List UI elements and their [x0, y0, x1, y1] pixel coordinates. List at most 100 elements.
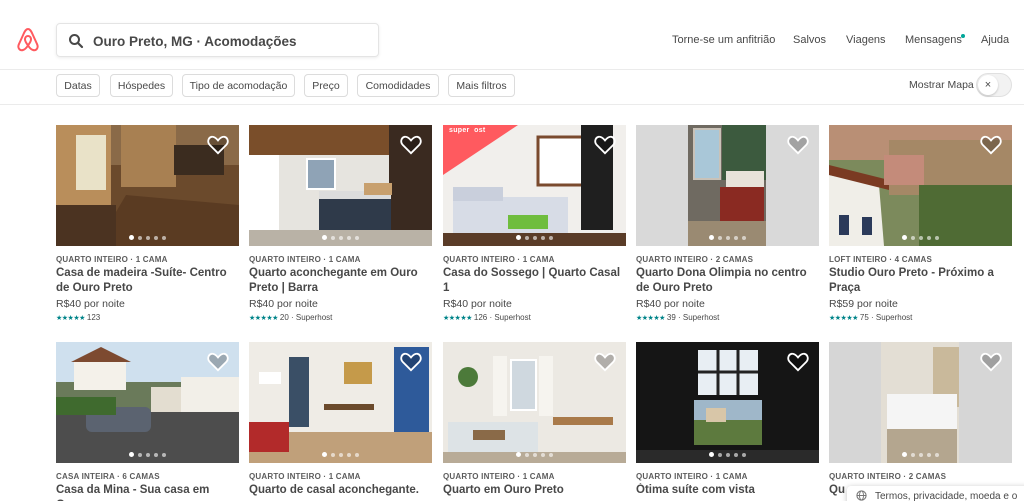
star-icons: ★★★★★: [443, 315, 472, 322]
listing-card[interactable]: QUARTO INTEIRO · 1 CAMA Casa de madeira …: [56, 125, 239, 322]
superhost-badge: superhost: [449, 127, 486, 134]
listing-card[interactable]: superhost QUARTO INTEIRO · 1 CAMA Casa d…: [443, 125, 626, 322]
nav-help[interactable]: Ajuda: [981, 34, 1009, 46]
carousel-dots: [56, 452, 239, 457]
listing-price: R$40 por noite: [443, 298, 512, 310]
listing-photo[interactable]: [249, 125, 432, 246]
listing-title[interactable]: Quarto Dona Olimpia no centro de Ouro Pr…: [636, 266, 819, 296]
listing-price: R$40 por noite: [56, 298, 125, 310]
listing-title[interactable]: Casa do Sossego | Quarto Casal 1: [443, 266, 626, 296]
listing-card[interactable]: QUARTO INTEIRO · 2 CAMAS Quarto Dona Oli…: [636, 125, 819, 322]
heart-icon[interactable]: [400, 352, 422, 372]
review-count: 39 · Superhost: [666, 313, 720, 322]
listing-title[interactable]: Quarto aconchegante em Ouro Preto | Barr…: [249, 266, 432, 296]
listing-card[interactable]: LOFT INTEIRO · 4 CAMAS Studio Ouro Preto…: [829, 125, 1012, 322]
review-count: 75 · Superhost: [859, 313, 913, 322]
listing-rating: ★★★★★ 123: [56, 313, 239, 322]
search-box[interactable]: [56, 23, 379, 57]
listing-type: CASA INTEIRA · 6 CAMAS: [56, 472, 160, 481]
listing-card[interactable]: QUARTO INTEIRO · 1 CAMA Quarto de casal …: [249, 342, 432, 498]
globe-icon: [856, 490, 867, 501]
carousel-dots: [56, 235, 239, 240]
review-count: 126 · Superhost: [473, 313, 531, 322]
listing-photo[interactable]: [829, 125, 1012, 246]
nav-messages[interactable]: Mensagens: [905, 34, 962, 46]
search-input[interactable]: [93, 30, 373, 52]
listing-card[interactable]: QUARTO INTEIRO · 2 CAMAS Qu: [829, 342, 1012, 498]
listing-rating: ★★★★★ 126 · Superhost: [443, 313, 626, 322]
filter-price[interactable]: Preço: [304, 74, 348, 97]
heart-icon[interactable]: [594, 352, 616, 372]
filter-more[interactable]: Mais filtros: [448, 74, 515, 97]
review-count: 123: [86, 313, 101, 322]
listing-photo[interactable]: [829, 342, 1012, 463]
listing-photo[interactable]: [56, 342, 239, 463]
listing-price: R$59 por noite: [829, 298, 898, 310]
listing-photo[interactable]: [56, 125, 239, 246]
review-count: 20 · Superhost: [279, 313, 333, 322]
listing-photo[interactable]: [636, 342, 819, 463]
listing-rating: ★★★★★ 20 · Superhost: [249, 313, 432, 322]
listing-card[interactable]: CASA INTEIRA · 6 CAMAS Casa da Mina - Su…: [56, 342, 239, 501]
nav-become-host[interactable]: Torne-se um anfitrião: [672, 34, 775, 46]
listing-card[interactable]: QUARTO INTEIRO · 1 CAMA Ótima suíte com …: [636, 342, 819, 498]
listing-title[interactable]: Casa da Mina - Sua casa em Ouro: [56, 483, 239, 501]
carousel-dots: [829, 235, 1012, 240]
filter-dates[interactable]: Datas: [56, 74, 100, 97]
listing-price: R$40 por noite: [636, 298, 705, 310]
heart-icon[interactable]: [787, 135, 809, 155]
listing-type: QUARTO INTEIRO · 2 CAMAS: [829, 472, 947, 481]
listing-photo[interactable]: superhost: [443, 125, 626, 246]
unread-messages-dot: [961, 34, 965, 38]
top-header: Torne-se um anfitrião Salvos Viagens Men…: [0, 0, 1024, 70]
nav-trips[interactable]: Viagens: [846, 34, 886, 46]
listing-title[interactable]: Studio Ouro Preto - Próximo a Praça: [829, 266, 1012, 296]
carousel-dots: [829, 452, 1012, 457]
carousel-dots: [443, 452, 626, 457]
listing-photo[interactable]: [443, 342, 626, 463]
close-icon: ×: [978, 75, 998, 95]
terms-text: Termos, privacidade, moeda e o: [875, 491, 1018, 501]
search-icon: [69, 34, 84, 49]
listing-title[interactable]: Casa de madeira -Suíte- Centro de Ouro P…: [56, 266, 239, 296]
star-icons: ★★★★★: [636, 315, 665, 322]
filter-guests[interactable]: Hóspedes: [110, 74, 173, 97]
airbnb-logo-icon[interactable]: [16, 27, 40, 53]
heart-icon[interactable]: [980, 135, 1002, 155]
listing-type: QUARTO INTEIRO · 1 CAMA: [56, 255, 168, 264]
listing-title[interactable]: Quarto em Ouro Preto: [443, 483, 626, 498]
listing-card[interactable]: QUARTO INTEIRO · 1 CAMA Quarto em Ouro P…: [443, 342, 626, 498]
listing-price: R$40 por noite: [249, 298, 318, 310]
heart-icon[interactable]: [980, 352, 1002, 372]
terms-banner[interactable]: Termos, privacidade, moeda e o: [847, 486, 1024, 501]
carousel-dots: [249, 452, 432, 457]
listing-card[interactable]: QUARTO INTEIRO · 1 CAMA Quarto aconchega…: [249, 125, 432, 322]
listing-photo[interactable]: [249, 342, 432, 463]
filter-room-type[interactable]: Tipo de acomodação: [182, 74, 295, 97]
heart-icon[interactable]: [400, 135, 422, 155]
carousel-dots: [443, 235, 626, 240]
listing-type: QUARTO INTEIRO · 1 CAMA: [249, 472, 361, 481]
show-map-toggle[interactable]: ×: [976, 73, 1012, 97]
listing-type: LOFT INTEIRO · 4 CAMAS: [829, 255, 933, 264]
heart-icon[interactable]: [207, 135, 229, 155]
listing-title[interactable]: Quarto de casal aconchegante.: [249, 483, 432, 498]
star-icons: ★★★★★: [249, 315, 278, 322]
listing-photo[interactable]: [636, 125, 819, 246]
star-icons: ★★★★★: [829, 315, 858, 322]
heart-icon[interactable]: [207, 352, 229, 372]
show-map-label: Mostrar Mapa: [909, 79, 974, 91]
carousel-dots: [249, 235, 432, 240]
nav-saved[interactable]: Salvos: [793, 34, 826, 46]
listing-rating: ★★★★★ 39 · Superhost: [636, 313, 819, 322]
listing-type: QUARTO INTEIRO · 1 CAMA: [443, 255, 555, 264]
filter-amenities[interactable]: Comodidades: [357, 74, 439, 97]
heart-icon[interactable]: [787, 352, 809, 372]
star-icons: ★★★★★: [56, 315, 85, 322]
listing-type: QUARTO INTEIRO · 1 CAMA: [636, 472, 748, 481]
listing-type: QUARTO INTEIRO · 1 CAMA: [249, 255, 361, 264]
heart-icon[interactable]: [594, 135, 616, 155]
listing-type: QUARTO INTEIRO · 2 CAMAS: [636, 255, 754, 264]
divider: [0, 104, 1024, 105]
listing-title[interactable]: Ótima suíte com vista: [636, 483, 819, 498]
